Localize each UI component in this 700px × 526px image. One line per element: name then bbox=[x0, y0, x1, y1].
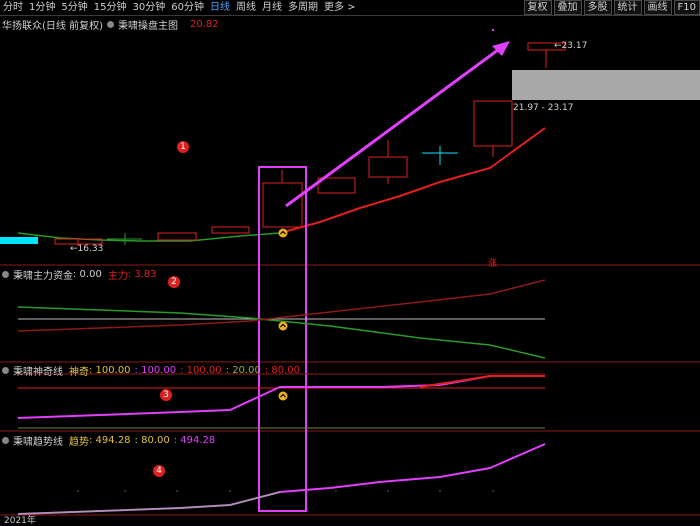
collapse-icon[interactable] bbox=[2, 367, 9, 374]
panel3-header: 秉啸神奇线 神奇 : 100.00 : 100.00 : 100.00 : 20… bbox=[2, 363, 304, 378]
panel3-v4: : 20.00 bbox=[225, 365, 261, 376]
panel3-label: 神奇 bbox=[69, 367, 89, 378]
indicator-value: 20.82 bbox=[189, 19, 219, 30]
candles bbox=[54, 42, 566, 246]
candle bbox=[262, 182, 303, 228]
stock-name: 华扬联众(日线 前复权) bbox=[2, 21, 103, 32]
candle bbox=[368, 156, 408, 178]
trend-line bbox=[17, 443, 546, 515]
year-label: 2021年 bbox=[4, 516, 36, 526]
collapse-icon[interactable] bbox=[2, 271, 9, 278]
price-range-label: 21.97 - 23.17 bbox=[513, 103, 574, 113]
badge-4: 4 bbox=[153, 465, 165, 477]
panel4-v2: : 80.00 bbox=[134, 435, 170, 446]
panel3-v5: : 80.00 bbox=[264, 365, 301, 376]
candle bbox=[211, 226, 250, 234]
cyan-marker bbox=[0, 237, 38, 244]
panel2-value2: : 3.83 bbox=[127, 269, 157, 280]
badge-2: 2 bbox=[168, 276, 180, 288]
panel2-value: : 0.00 bbox=[73, 269, 102, 280]
panel2-name: 秉啸主力资金 bbox=[13, 271, 73, 282]
highlight-box bbox=[258, 166, 307, 512]
main-panel-header: 华扬联众(日线 前复权) 秉啸操盘主图 20.82 bbox=[2, 17, 223, 32]
high-price-label: ←23.17 bbox=[554, 41, 588, 51]
panel3-v2: : 100.00 bbox=[134, 365, 177, 376]
candle bbox=[317, 177, 356, 194]
panel4-header: 秉啸趋势线 趋势 : 494.28 : 80.00 : 494.28 bbox=[2, 433, 219, 448]
panel4-v1: : 494.28 bbox=[89, 435, 131, 446]
rise-marker: 涨 bbox=[488, 259, 498, 269]
trend-arrow bbox=[285, 45, 503, 208]
low-price-label: ←16.33 bbox=[70, 244, 104, 254]
panel4-name: 秉啸趋势线 bbox=[13, 437, 63, 448]
candle bbox=[157, 232, 197, 241]
collapse-icon[interactable] bbox=[2, 437, 9, 444]
panel2-label2: 主力 bbox=[107, 271, 128, 282]
price-range-band bbox=[512, 70, 700, 100]
panel3-v1: : 100.00 bbox=[89, 365, 131, 376]
capital-line-green bbox=[17, 306, 546, 359]
badge-3: 3 bbox=[160, 389, 172, 401]
badge-1: 1 bbox=[177, 141, 189, 153]
ma-line-green bbox=[17, 232, 281, 242]
candle bbox=[473, 100, 513, 147]
panel3-v3: : 100.00 bbox=[180, 365, 222, 376]
panel4-label: 趋势 bbox=[69, 437, 89, 448]
panel4-v3: : 494.28 bbox=[173, 435, 216, 446]
panel2-header: 秉啸主力资金 : 0.00 主力 : 3.83 bbox=[2, 267, 161, 282]
collapse-icon[interactable] bbox=[106, 21, 114, 28]
panel3-name: 秉啸神奇线 bbox=[13, 367, 63, 378]
indicator-name: 秉啸操盘主图 bbox=[117, 21, 178, 32]
